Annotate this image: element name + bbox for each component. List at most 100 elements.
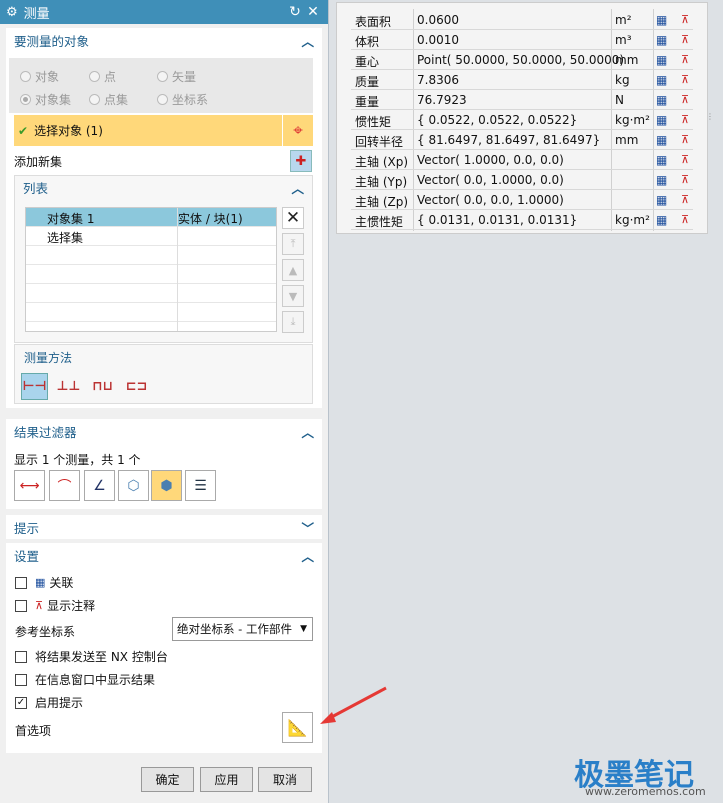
filter-summary: 显示 1 个测量，共 1 个 bbox=[14, 453, 141, 467]
move-top-icon[interactable]: ⤒ bbox=[282, 233, 304, 255]
associate-icon[interactable]: ▦ bbox=[656, 213, 667, 227]
info-window-checkbox[interactable] bbox=[15, 673, 27, 686]
annotation-icon[interactable]: ⊼ bbox=[681, 133, 689, 146]
radio-object[interactable]: 对象 bbox=[20, 68, 59, 85]
vector-filter-icon[interactable]: ∠ bbox=[84, 470, 115, 501]
move-up-icon[interactable]: ▲ bbox=[282, 259, 304, 281]
result-name: 主轴 (Zp) bbox=[355, 195, 409, 209]
info-window-row[interactable]: 在信息窗口中显示结果 bbox=[15, 671, 155, 688]
chevron-up-icon[interactable]: ︿ bbox=[301, 546, 314, 565]
associate-icon[interactable]: ▦ bbox=[656, 13, 667, 27]
chevron-up-icon[interactable]: ︿ bbox=[301, 422, 314, 441]
result-row: 重心 Point( 50.0000, 50.0000, 50.0000) mm ▦ ⊼ bbox=[351, 50, 693, 70]
ruler-icon[interactable]: 📐 bbox=[282, 712, 313, 743]
multi-distance-icon[interactable]: ⊥⊥ bbox=[55, 373, 82, 400]
settings-section-header[interactable]: 设置 ︿ bbox=[6, 543, 322, 567]
send-console-checkbox[interactable] bbox=[15, 650, 27, 663]
result-value: Point( 50.0000, 50.0000, 50.0000) bbox=[417, 53, 625, 67]
crosshair-icon[interactable]: ⌖ bbox=[283, 115, 313, 146]
measure-method-box: 测量方法 ⊢⊣ ⊥⊥ ⊓⊔ ⊏⊐ bbox=[14, 344, 313, 404]
radio-object-set[interactable]: 对象集 bbox=[20, 91, 71, 108]
step-method-icon[interactable]: ⊏⊐ bbox=[123, 373, 150, 400]
list-filter-icon[interactable]: ☰ bbox=[185, 470, 216, 501]
associate-icon[interactable]: ▦ bbox=[656, 133, 667, 147]
add-set-label: 添加新集 bbox=[14, 155, 63, 169]
annotation-icon[interactable]: ⊼ bbox=[681, 93, 689, 106]
table-row[interactable]: 选择集 bbox=[26, 227, 276, 246]
associate-icon[interactable]: ▦ bbox=[656, 193, 667, 207]
associate-icon[interactable]: ▦ bbox=[656, 53, 667, 67]
result-name: 惯性矩 bbox=[355, 115, 392, 129]
result-name: 重心 bbox=[355, 55, 380, 69]
result-row: 回转半径 { 81.6497, 81.6497, 81.6497} mm ▦ ⊼ bbox=[351, 130, 693, 150]
associate-checkbox-row[interactable]: ▦ 关联 bbox=[15, 574, 73, 591]
column-divider bbox=[177, 208, 178, 331]
annotation-icon[interactable]: ⊼ bbox=[681, 13, 689, 26]
enable-hint-checkbox[interactable]: ✓ bbox=[15, 696, 27, 709]
annotation-icon[interactable]: ⊼ bbox=[681, 53, 689, 66]
mass-filter-icon[interactable]: ⬢ bbox=[151, 470, 182, 501]
associate-icon: ▦ bbox=[35, 576, 46, 589]
select-object-row[interactable]: ✔ 选择对象 (1) bbox=[14, 115, 282, 146]
send-console-row[interactable]: 将结果发送至 NX 控制台 bbox=[15, 648, 168, 665]
associate-checkbox[interactable] bbox=[15, 576, 27, 589]
set-type: 实体 / 块(1) bbox=[178, 212, 243, 226]
filter-section-header[interactable]: 结果过滤器 ︿ bbox=[6, 419, 322, 443]
chevron-up-icon[interactable]: ︿ bbox=[301, 31, 314, 50]
list-header[interactable]: 列表 ︿ bbox=[15, 176, 312, 198]
solid-filter-icon[interactable]: ⬡ bbox=[118, 470, 149, 501]
associate-icon[interactable]: ▦ bbox=[656, 73, 667, 87]
move-bottom-icon[interactable]: ⤓ bbox=[282, 311, 304, 333]
enable-hint-row[interactable]: ✓ 启用提示 bbox=[15, 694, 83, 711]
chevron-up-icon[interactable]: ︿ bbox=[291, 178, 304, 197]
associate-icon[interactable]: ▦ bbox=[656, 93, 667, 107]
annotation-icon[interactable]: ⊼ bbox=[681, 173, 689, 186]
angle-filter-icon[interactable]: ⌒ bbox=[49, 470, 80, 501]
table-row[interactable]: 对象集 1 实体 / 块(1) bbox=[26, 208, 276, 227]
result-unit: m³ bbox=[615, 33, 632, 47]
close-icon[interactable]: ✕ bbox=[304, 4, 322, 20]
associate-icon[interactable]: ▦ bbox=[656, 113, 667, 127]
distance-method-icon[interactable]: ⊢⊣ bbox=[21, 373, 48, 400]
radio-point-set[interactable]: 点集 bbox=[89, 91, 128, 108]
send-console-label: 将结果发送至 NX 控制台 bbox=[35, 650, 168, 664]
ref-csys-value: 绝对坐标系 - 工作部件 bbox=[177, 622, 292, 636]
move-down-icon[interactable]: ▼ bbox=[282, 285, 304, 307]
objects-section-header[interactable]: 要测量的对象 ︿ bbox=[6, 28, 322, 52]
associate-icon[interactable]: ▦ bbox=[656, 173, 667, 187]
annotation-icon[interactable]: ⊼ bbox=[681, 213, 689, 226]
ref-csys-dropdown[interactable]: 绝对坐标系 - 工作部件 ▼ bbox=[172, 617, 313, 641]
ok-button[interactable]: 确定 bbox=[141, 767, 194, 792]
associate-icon[interactable]: ▦ bbox=[656, 153, 667, 167]
length-method-icon[interactable]: ⊓⊔ bbox=[89, 373, 116, 400]
cancel-button[interactable]: 取消 bbox=[258, 767, 312, 792]
result-name: 重量 bbox=[355, 95, 380, 109]
red-arrow-annotation bbox=[320, 686, 387, 724]
filter-section-title: 结果过滤器 bbox=[14, 424, 77, 440]
reset-icon[interactable]: ↻ bbox=[286, 4, 304, 20]
annotation-icon[interactable]: ⊼ bbox=[681, 113, 689, 126]
chevron-down-icon[interactable]: ﹀ bbox=[301, 518, 314, 537]
distance-filter-icon[interactable]: ⟷ bbox=[14, 470, 45, 501]
radio-csys[interactable]: 坐标系 bbox=[157, 91, 208, 108]
expand-handle-icon[interactable]: ⋮ bbox=[706, 112, 714, 121]
set-table: 对象集 1 实体 / 块(1) 选择集 bbox=[25, 207, 277, 332]
add-set-button[interactable]: ✚ bbox=[290, 150, 312, 172]
hint-section-header[interactable]: 提示 ﹀ bbox=[6, 515, 322, 539]
select-object-label: 选择对象 (1) bbox=[34, 124, 103, 138]
radio-point[interactable]: 点 bbox=[89, 68, 116, 85]
radio-vector[interactable]: 矢量 bbox=[157, 68, 196, 85]
annotation-icon[interactable]: ⊼ bbox=[681, 193, 689, 206]
watermark-url: www.zeromemos.com bbox=[585, 785, 706, 798]
annotation-checkbox[interactable] bbox=[15, 599, 27, 612]
annotation-icon[interactable]: ⊼ bbox=[681, 153, 689, 166]
annotation-icon[interactable]: ⊼ bbox=[681, 33, 689, 46]
remove-icon[interactable]: ✕ bbox=[282, 207, 304, 229]
result-name: 表面积 bbox=[355, 15, 392, 29]
object-type-radio-group: 对象 点 矢量 对象集 点集 坐标系 bbox=[9, 58, 313, 113]
annotation-icon[interactable]: ⊼ bbox=[681, 73, 689, 86]
annotation-checkbox-row[interactable]: ⊼ 显示注释 bbox=[15, 597, 95, 614]
dialog-title: 测量 bbox=[23, 6, 50, 22]
associate-icon[interactable]: ▦ bbox=[656, 33, 667, 47]
apply-button[interactable]: 应用 bbox=[200, 767, 253, 792]
